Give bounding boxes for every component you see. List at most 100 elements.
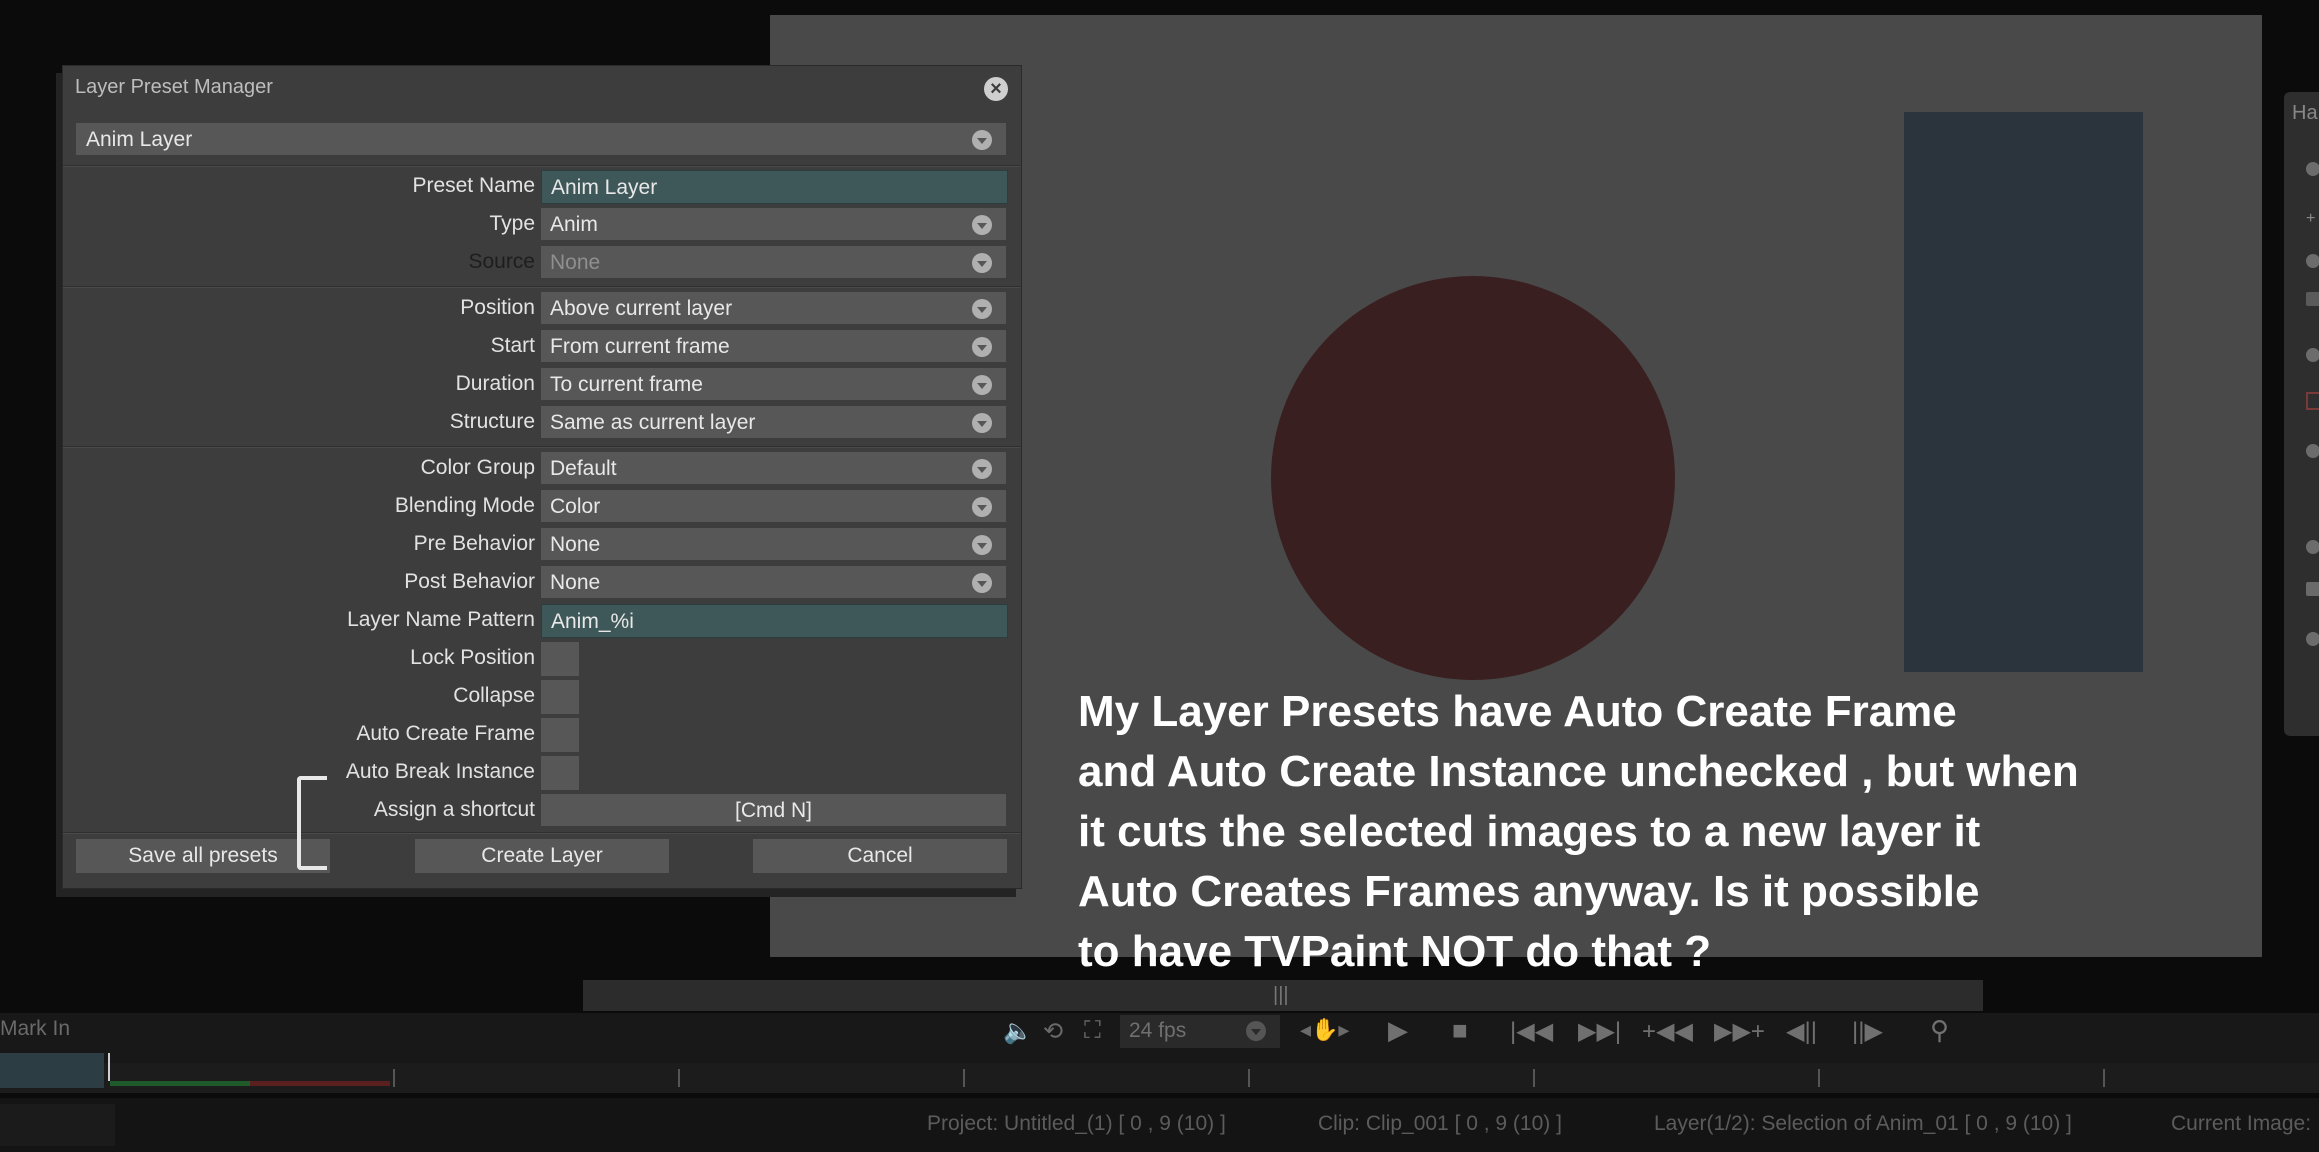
go-to-start-icon[interactable]: |◀◀	[1510, 1017, 1553, 1046]
preset-select-value: Anim Layer	[86, 128, 193, 151]
chevron-down-icon	[972, 573, 992, 593]
divider	[63, 165, 1021, 167]
canvas-circle-shape	[1271, 276, 1675, 680]
scroll-grip-icon[interactable]: |||	[1273, 984, 1289, 1007]
ruler-tick	[393, 1069, 395, 1087]
create-layer-button[interactable]: Create Layer	[415, 839, 669, 873]
pre-behavior-value: None	[550, 533, 601, 556]
annotation-line: it cuts the selected images to a new lay…	[1078, 807, 1981, 856]
pre-behavior-select[interactable]: None	[541, 528, 1006, 560]
collapse-checkbox[interactable]	[541, 680, 579, 714]
blending-mode-value: Color	[550, 495, 601, 518]
loop-icon[interactable]: ⟲	[1043, 1017, 1063, 1046]
chevron-down-icon	[972, 535, 992, 555]
range-marker-red	[250, 1081, 390, 1086]
canvas-rectangle-shape	[1904, 112, 2143, 672]
layout-icon[interactable]	[2306, 582, 2319, 596]
chevron-down-icon	[972, 215, 992, 235]
divider	[63, 286, 1021, 288]
layer-name-pattern-value: Anim_%i	[551, 610, 634, 633]
blending-mode-label: Blending Mode	[394, 494, 535, 517]
annotation-text: My Layer Presets have Auto Create Frame …	[1078, 682, 2278, 982]
chevron-down-icon	[972, 497, 992, 517]
pre-behavior-label: Pre Behavior	[413, 532, 535, 555]
timeline-ruler[interactable]	[0, 1063, 2319, 1093]
color-group-label: Color Group	[420, 456, 535, 479]
duration-label: Duration	[455, 372, 535, 395]
add-icon[interactable]: +	[2306, 210, 2316, 227]
fit-view-icon[interactable]: ⛶	[1084, 1017, 1101, 1045]
preset-name-value: Anim Layer	[551, 176, 658, 199]
ruler-tick	[1818, 1069, 1820, 1087]
previous-key-icon[interactable]: +◀◀	[1642, 1017, 1693, 1046]
ruler-tick	[1533, 1069, 1535, 1087]
duration-select[interactable]: To current frame	[541, 368, 1006, 400]
assign-shortcut-button[interactable]: [Cmd N]	[541, 794, 1006, 826]
next-key-icon[interactable]: ▶▶+	[1714, 1017, 1765, 1046]
panel-toggle-icon[interactable]	[2306, 540, 2319, 554]
stop-icon[interactable]: ■	[1452, 1015, 1468, 1046]
preset-select[interactable]: Anim Layer	[76, 123, 1006, 155]
range-marker-green	[110, 1081, 250, 1086]
blending-mode-select[interactable]: Color	[541, 490, 1006, 522]
frame-icon[interactable]	[2306, 392, 2319, 410]
annotation-bracket	[297, 776, 327, 870]
structure-label: Structure	[449, 410, 535, 433]
mark-in-button[interactable]: Mark In	[0, 1017, 70, 1041]
type-select[interactable]: Anim	[541, 208, 1006, 240]
preset-name-input[interactable]: Anim Layer	[541, 170, 1008, 204]
collapse-label: Collapse	[453, 684, 535, 707]
hand-scrub-icon[interactable]: ◂✋▸	[1300, 1017, 1349, 1043]
position-select[interactable]: Above current layer	[541, 292, 1006, 324]
auto-create-frame-label: Auto Create Frame	[356, 722, 535, 745]
panel-toggle-icon[interactable]	[2306, 254, 2319, 268]
next-frame-icon[interactable]: ||▶	[1852, 1017, 1883, 1046]
chevron-down-icon	[1246, 1021, 1266, 1041]
playhead-cursor[interactable]	[108, 1053, 110, 1081]
assign-shortcut-label: Assign a shortcut	[373, 798, 535, 821]
color-group-value: Default	[550, 457, 617, 480]
location-pin-icon[interactable]: ⚲	[1930, 1015, 1949, 1046]
panel-toggle-icon[interactable]	[2306, 444, 2319, 458]
status-current-image: Current Image:	[2171, 1112, 2312, 1135]
ruler-tick	[1248, 1069, 1250, 1087]
auto-break-instance-checkbox[interactable]	[541, 756, 579, 790]
close-icon[interactable]: ×	[984, 77, 1008, 101]
post-behavior-select[interactable]: None	[541, 566, 1006, 598]
previous-frame-icon[interactable]: ◀||	[1786, 1017, 1817, 1046]
annotation-line: Auto Creates Frames anyway. Is it possib…	[1078, 867, 1980, 916]
fps-select[interactable]: 24 fps	[1120, 1015, 1280, 1048]
structure-select[interactable]: Same as current layer	[541, 406, 1006, 438]
annotation-line: to have TVPaint NOT do that ?	[1078, 927, 1712, 976]
cancel-button[interactable]: Cancel	[753, 839, 1007, 873]
post-behavior-value: None	[550, 571, 601, 594]
type-value: Anim	[550, 213, 598, 236]
play-icon[interactable]: ▶	[1388, 1015, 1408, 1046]
right-panel-title: Ha	[2292, 102, 2318, 124]
save-all-presets-button[interactable]: Save all presets	[76, 839, 330, 873]
layer-name-pattern-input[interactable]: Anim_%i	[541, 604, 1008, 638]
chevron-down-icon	[972, 299, 992, 319]
speaker-icon[interactable]: 🔈	[1003, 1017, 1033, 1046]
source-select[interactable]: None	[541, 246, 1006, 278]
chevron-down-icon	[972, 375, 992, 395]
chevron-down-icon	[972, 337, 992, 357]
start-select[interactable]: From current frame	[541, 330, 1006, 362]
type-label: Type	[489, 212, 535, 235]
status-bar-left-block	[0, 1104, 115, 1146]
start-label: Start	[490, 334, 535, 357]
lock-position-label: Lock Position	[410, 646, 535, 669]
auto-break-instance-label: Auto Break Instance	[345, 760, 535, 783]
color-group-select[interactable]: Default	[541, 452, 1006, 484]
auto-create-frame-checkbox[interactable]	[541, 718, 579, 752]
lock-position-checkbox[interactable]	[541, 642, 579, 676]
go-to-end-icon[interactable]: ▶▶|	[1578, 1017, 1621, 1046]
source-label: Source	[468, 250, 535, 273]
chevron-down-icon	[972, 253, 992, 273]
panel-toggle-icon[interactable]	[2306, 632, 2319, 646]
panel-toggle-icon[interactable]	[2306, 348, 2319, 362]
chevron-down-icon	[972, 459, 992, 479]
panel-toggle-icon[interactable]	[2306, 162, 2319, 176]
grid-icon[interactable]	[2306, 292, 2319, 306]
layer-name-pattern-label: Layer Name Pattern	[347, 608, 535, 631]
